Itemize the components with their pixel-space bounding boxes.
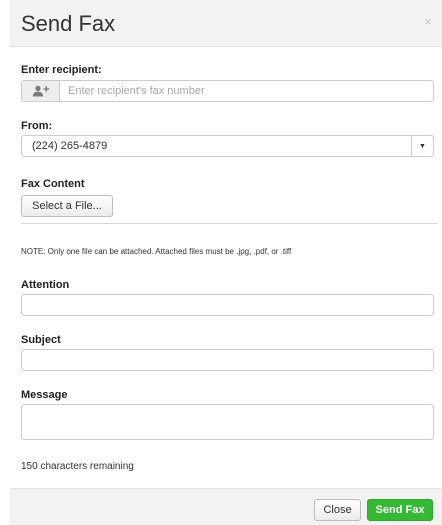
caret-down-icon: ▼ <box>411 136 433 156</box>
message-field[interactable] <box>21 404 434 440</box>
message-label: Message <box>21 389 68 401</box>
attention-field[interactable] <box>21 294 434 316</box>
attention-label: Attention <box>21 279 70 291</box>
add-contact-icon <box>32 85 49 97</box>
recipient-fax-input[interactable] <box>60 81 433 101</box>
add-contact-button[interactable] <box>22 81 60 101</box>
subject-label: Subject <box>21 334 61 346</box>
close-button[interactable]: Close <box>314 499 361 521</box>
close-icon[interactable]: × <box>424 14 432 29</box>
divider <box>21 223 437 224</box>
characters-remaining: 150 characters remaining <box>21 461 134 472</box>
modal-header: Send Fax × <box>10 0 442 47</box>
fax-content-label: Fax Content <box>21 178 85 190</box>
send-fax-button[interactable]: Send Fax <box>367 499 433 521</box>
send-fax-modal: Send Fax × Enter recipient: From: (224) … <box>10 0 442 525</box>
modal-footer: Close Send Fax <box>10 488 442 525</box>
subject-field[interactable] <box>21 349 434 371</box>
modal-title: Send Fax <box>21 11 116 36</box>
from-label: From: <box>21 120 53 132</box>
attachment-note: NOTE: Only one file can be attached. Att… <box>21 247 292 256</box>
select-file-button[interactable]: Select a File... <box>21 195 113 217</box>
from-selected-value: (224) 265-4879 <box>32 140 108 152</box>
recipient-label: Enter recipient: <box>21 64 102 76</box>
recipient-input-group <box>21 80 434 102</box>
from-select[interactable]: (224) 265-4879 ▼ <box>21 135 434 157</box>
